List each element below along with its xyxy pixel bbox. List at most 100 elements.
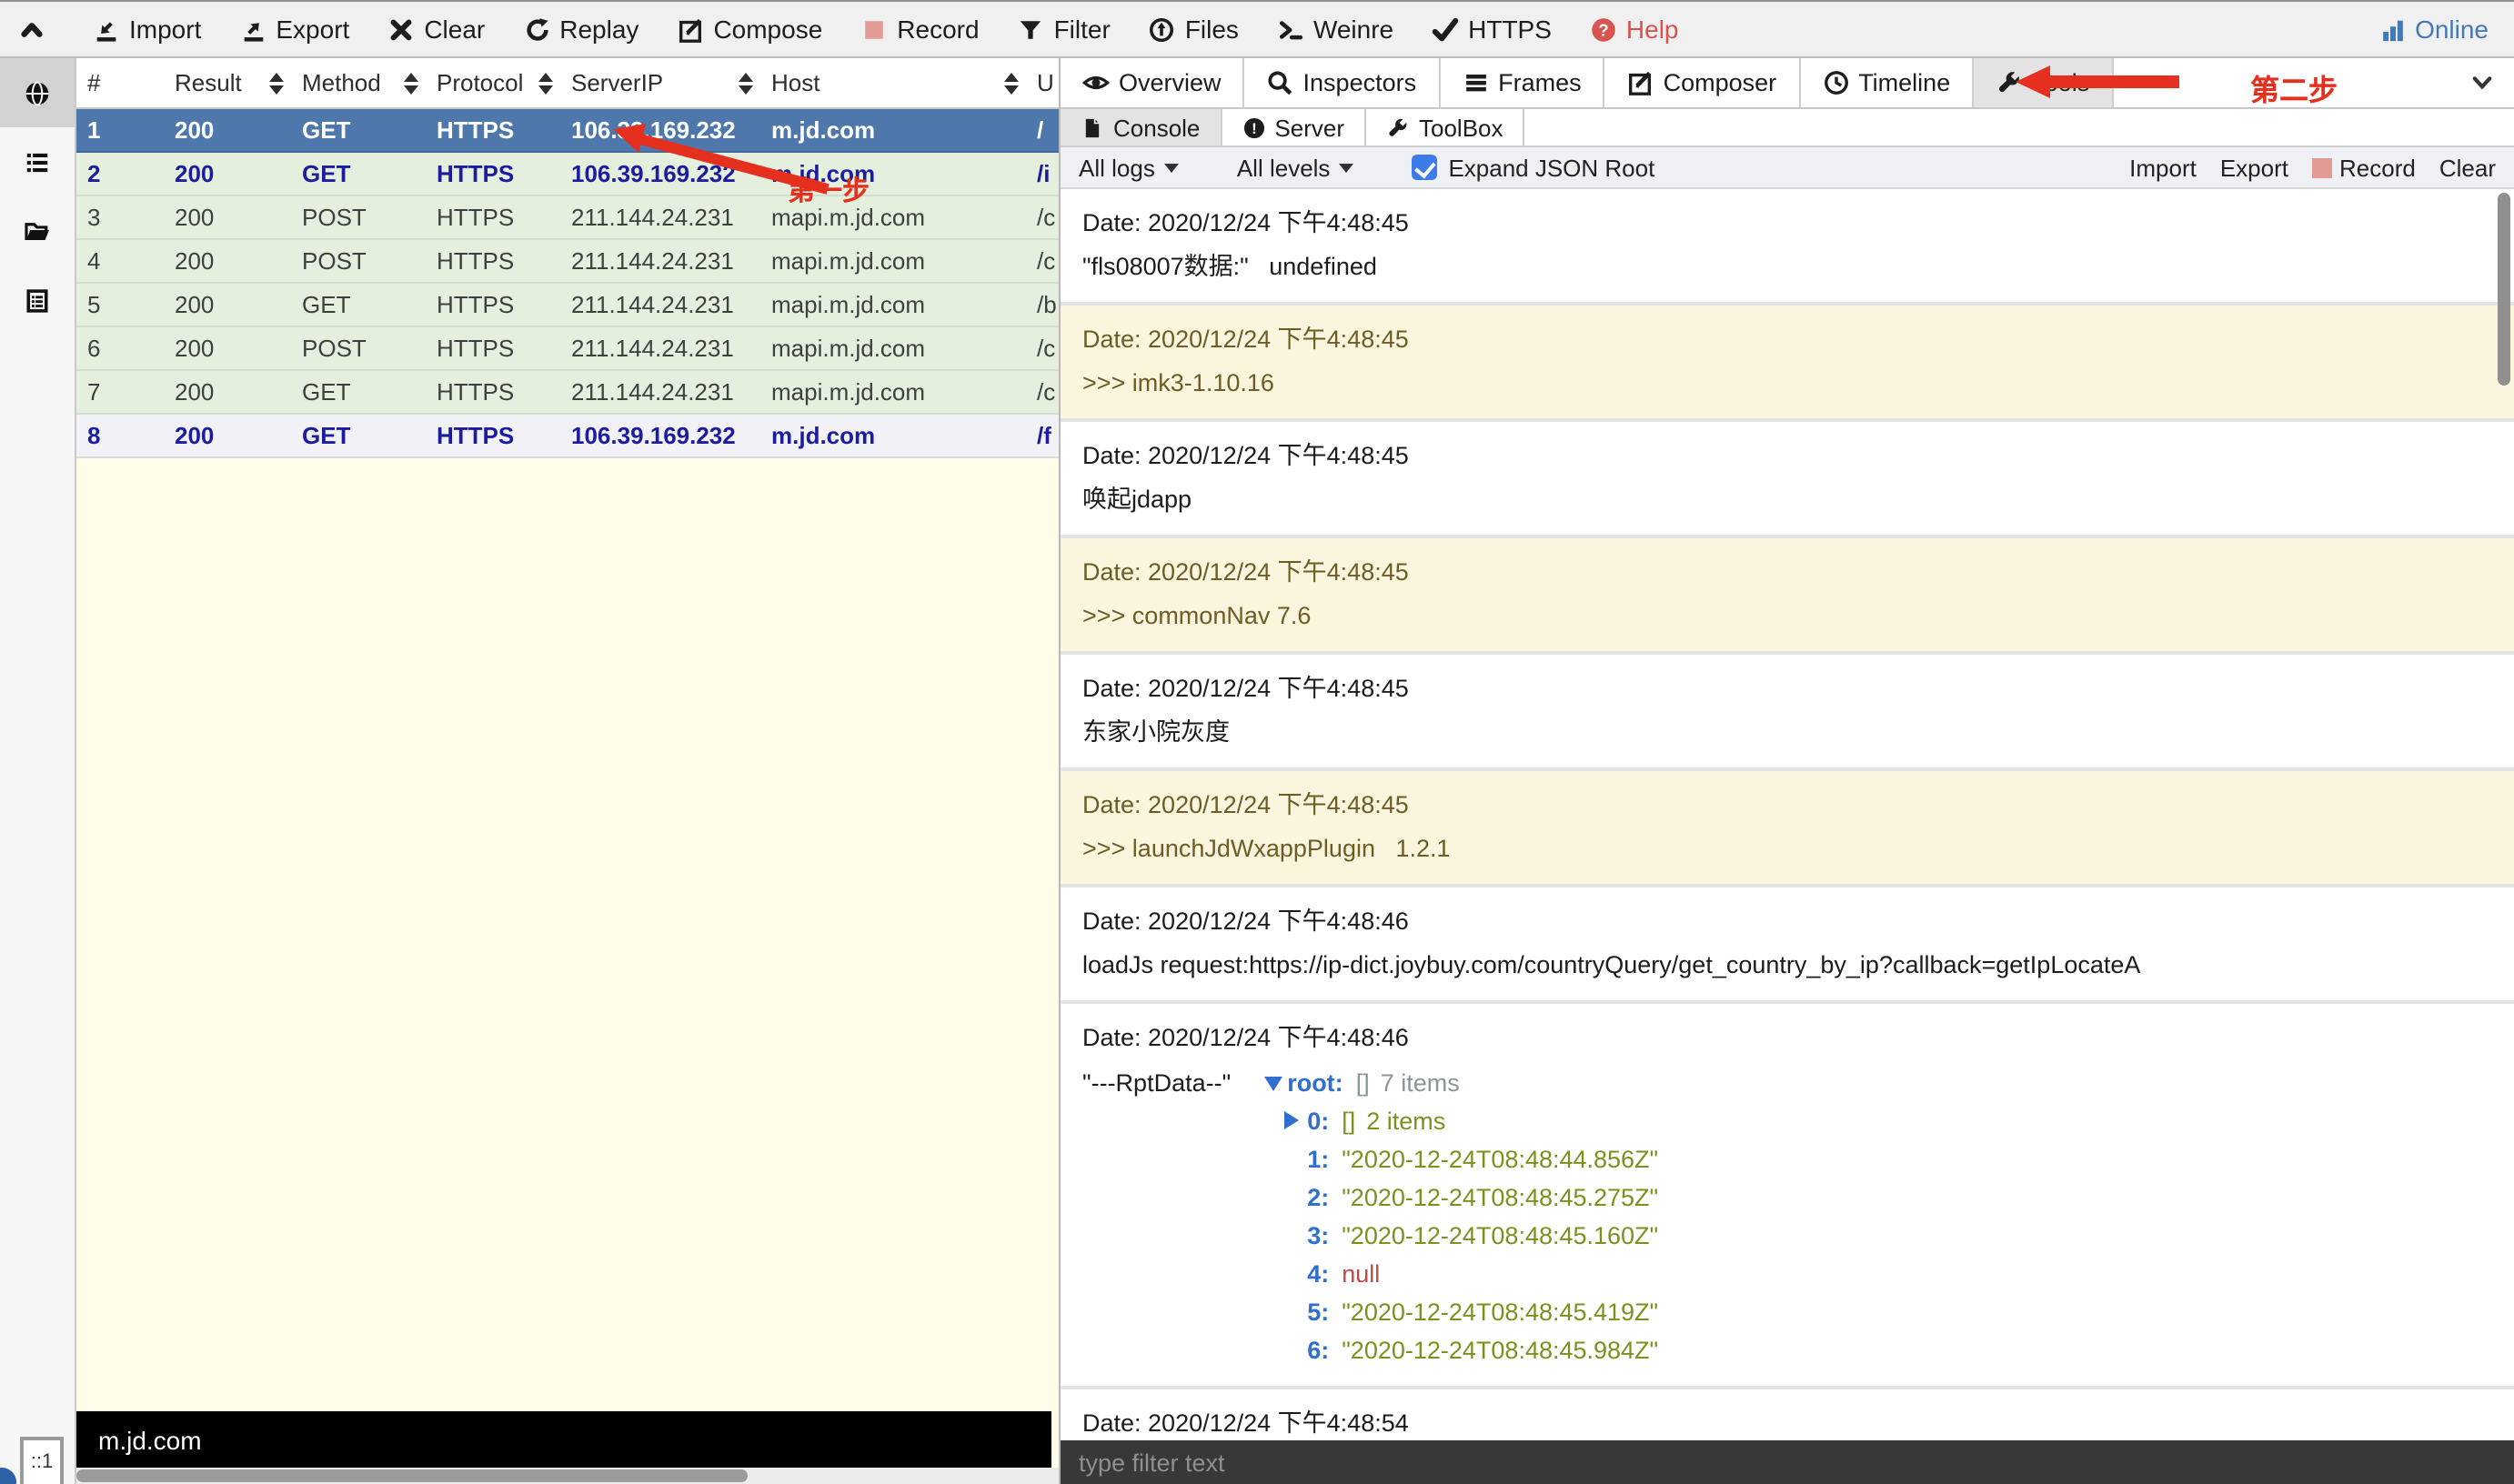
cell-url: /c (1037, 204, 1056, 231)
menubar-item[interactable]: Import (93, 15, 201, 44)
json-tree-row: 4: null (1263, 1255, 1658, 1293)
sidebar-item[interactable] (0, 127, 75, 196)
detail-tab[interactable]: Timeline (1800, 58, 1975, 107)
table-row[interactable]: 5 200 GET HTTPS 211.144.24.231 mapi.m.jd… (76, 284, 1059, 327)
tools-subtab[interactable]: Console (1061, 109, 1222, 145)
menubar-item[interactable] (18, 15, 55, 43)
console-action-button[interactable]: Record (2312, 154, 2416, 181)
menubar-item-icon (18, 15, 45, 43)
column-header-url[interactable]: U (1026, 58, 1059, 107)
table-row[interactable]: 2 200 GET HTTPS 106.39.169.232 m.jd.com … (76, 153, 1059, 196)
table-row[interactable]: 6 200 POST HTTPS 211.144.24.231 mapi.m.j… (76, 327, 1059, 371)
tree-toggle-icon[interactable] (1263, 1064, 1287, 1102)
menubar-item-icon (860, 15, 888, 43)
tab-label: Frames (1498, 69, 1582, 96)
expand-json-root-toggle[interactable]: Expand JSON Root (1412, 154, 1654, 181)
detail-tab[interactable]: Tools (1974, 58, 2114, 107)
subtab-label: ToolBox (1419, 114, 1503, 141)
tab-icon (1822, 69, 1849, 96)
console-action-button[interactable]: Clear (2439, 154, 2496, 181)
column-header-serverip[interactable]: ServerIP (560, 58, 760, 107)
tools-subtabs: Console ! Server ToolBox (1061, 109, 2514, 147)
column-header-host[interactable]: Host (760, 58, 1026, 107)
online-label: Online (2415, 15, 2489, 44)
tab-label: Inspectors (1302, 69, 1417, 96)
tree-key: 5: (1307, 1298, 1330, 1326)
detail-tab[interactable]: Composer (1604, 58, 1801, 107)
tab-label: Overview (1119, 69, 1222, 96)
vertical-scrollbar-thumb[interactable] (2498, 193, 2510, 386)
menubar-item-label: Replay (559, 15, 639, 44)
cell-host: m.jd.com (771, 160, 876, 187)
menubar-item-label: Help (1625, 15, 1679, 44)
log-message: 东家小院灰度 (1082, 718, 1230, 746)
subtab-icon (1081, 115, 1104, 139)
logs-filter-dropdown[interactable]: All logs (1079, 154, 1179, 181)
menubar-item-label: Record (897, 15, 980, 44)
tree-key: root: (1287, 1069, 1343, 1097)
table-row[interactable]: 8 200 GET HTTPS 106.39.169.232 m.jd.com … (76, 415, 1059, 458)
console-action-button[interactable]: Import (2129, 154, 2197, 181)
menubar-item[interactable]: Clear (387, 15, 485, 44)
checkbox-checked-icon[interactable] (1412, 155, 1438, 180)
column-header-num[interactable]: # (76, 58, 164, 107)
cell-num: 3 (87, 204, 101, 231)
detail-tab[interactable]: Inspectors (1244, 58, 1441, 107)
json-tree-row: 0: [] 2 items (1263, 1102, 1658, 1140)
chevron-down-icon[interactable] (2469, 58, 2496, 107)
sidebar-item[interactable] (0, 266, 75, 335)
column-header-method[interactable]: Method (291, 58, 426, 107)
tree-toggle-icon[interactable] (1283, 1102, 1307, 1140)
detail-tab[interactable]: Frames (1440, 58, 1605, 107)
sort-arrows-icon (1004, 72, 1019, 94)
cell-method: POST (302, 247, 367, 275)
column-header-protocol[interactable]: Protocol (426, 58, 560, 107)
tools-subtab[interactable]: ToolBox (1366, 109, 1525, 145)
console-filter-input[interactable] (1061, 1449, 2514, 1476)
svg-text:!: ! (1252, 119, 1257, 136)
menubar-item[interactable]: HTTPS (1432, 15, 1552, 44)
subtab-icon: ! (1242, 115, 1265, 139)
cell-method: POST (302, 335, 367, 362)
console-action-button[interactable]: Export (2220, 154, 2288, 181)
menubar-item[interactable]: Export (239, 15, 349, 44)
menubar-item[interactable]: Filter (1018, 15, 1111, 44)
cell-method: POST (302, 204, 367, 231)
menubar-item[interactable]: Replay (523, 15, 639, 44)
log-date: Date: 2020/12/24 下午4:48:45 (1082, 675, 1409, 702)
menubar-item[interactable]: Compose (677, 15, 822, 44)
json-tree-row: 6: "2020-12-24T08:48:45.984Z" (1263, 1331, 1658, 1369)
cell-url: / (1037, 116, 1044, 144)
tree-key: 2: (1307, 1184, 1330, 1211)
sidebar-item[interactable] (0, 58, 75, 127)
cell-host: mapi.m.jd.com (771, 378, 926, 406)
table-row[interactable]: 4 200 POST HTTPS 211.144.24.231 mapi.m.j… (76, 240, 1059, 284)
record-square-icon (2312, 157, 2332, 177)
local-ip-label: ::1 (30, 1451, 54, 1473)
json-log-label: "---RptData--" (1082, 1069, 1232, 1097)
svg-text:?: ? (1598, 19, 1608, 38)
menubar-item[interactable]: Files (1149, 15, 1239, 44)
cell-result: 200 (175, 247, 215, 275)
menubar-item[interactable]: ? Help (1590, 15, 1679, 44)
menubar-item-label: Files (1184, 15, 1239, 44)
horizontal-scrollbar-thumb[interactable] (76, 1469, 748, 1482)
cell-num: 5 (87, 291, 101, 318)
table-row[interactable]: 1 200 GET HTTPS 106.39.169.232 m.jd.com … (76, 109, 1059, 153)
tree-value: "2020-12-24T08:48:45.419Z" (1342, 1298, 1659, 1326)
horizontal-scrollbar[interactable] (76, 1468, 1059, 1484)
table-row[interactable]: 7 200 GET HTTPS 211.144.24.231 mapi.m.jd… (76, 371, 1059, 415)
sidebar-item[interactable] (0, 196, 75, 266)
detail-tab[interactable]: Overview (1061, 58, 1245, 107)
json-tree-row: 3: "2020-12-24T08:48:45.160Z" (1263, 1217, 1658, 1255)
table-row[interactable]: 3 200 POST HTTPS 211.144.24.231 mapi.m.j… (76, 196, 1059, 240)
details-panel: Overview Inspectors Frames Composer Time… (1059, 58, 2514, 1484)
column-header-result[interactable]: Result (164, 58, 291, 107)
levels-filter-dropdown[interactable]: All levels (1237, 154, 1354, 181)
menubar-item[interactable]: Record (860, 15, 980, 44)
tools-subtab[interactable]: ! Server (1222, 109, 1366, 145)
menubar-item[interactable]: Weinre (1277, 15, 1393, 44)
online-status[interactable]: Online (2378, 15, 2489, 44)
cell-result: 200 (175, 422, 215, 449)
menubar-item-label: Compose (713, 15, 823, 44)
